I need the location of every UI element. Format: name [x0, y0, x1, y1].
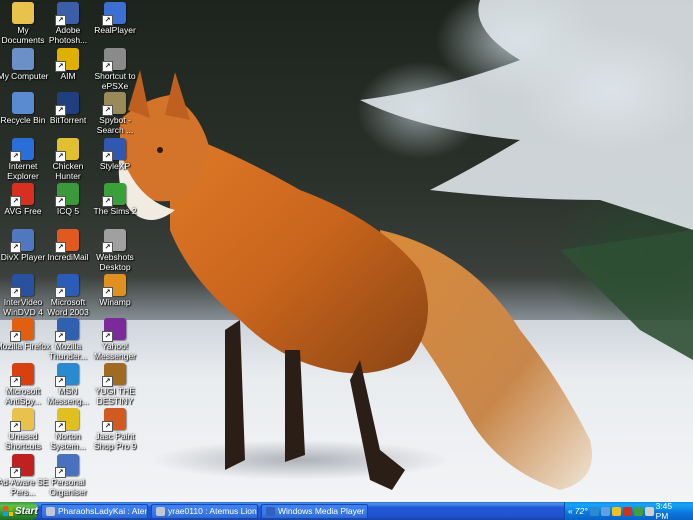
firefox-icon [10, 318, 34, 342]
desktop-icon-label: Spybot - Search ... [96, 115, 134, 135]
adaware-icon [10, 454, 34, 478]
yugi-icon [102, 363, 126, 387]
internet-explorer-icon [10, 138, 34, 162]
my-computer-icon [12, 48, 34, 70]
antispyware-icon [10, 363, 34, 387]
desktop-icon-paint-shop-pro[interactable]: Jasc Paint Shop Pro 9 [92, 408, 138, 451]
system-tray: « 72° 3:45 PM [564, 501, 693, 520]
desktop-icon-winamp[interactable]: Winamp [92, 274, 138, 308]
msn-icon [55, 363, 79, 387]
realplayer-icon [102, 2, 126, 26]
desktop-icon-label: RealPlayer [94, 25, 136, 35]
desktop-icon-realplayer[interactable]: RealPlayer [92, 2, 138, 36]
taskbar-button-pharaohsladykai[interactable]: PharaohsLadyKai : Atem... [41, 503, 148, 519]
winamp-icon [102, 274, 126, 298]
app-tray-icon[interactable] [633, 506, 643, 516]
antivirus-tray-icon[interactable] [622, 506, 632, 516]
desktop-icon-label: YUGI THE DESTINY [95, 386, 135, 406]
desktop-icon-aim[interactable]: AIM [45, 48, 91, 82]
divx-icon [10, 229, 34, 253]
taskbar: Start PharaohsLadyKai : Atem... yrae0110… [0, 501, 693, 520]
thunderbird-icon [55, 318, 79, 342]
desktop-icon-word[interactable]: Microsoft Word 2003 [45, 274, 91, 317]
desktop-icon-spybot[interactable]: Spybot - Search ... [92, 92, 138, 135]
norton-icon [55, 408, 79, 432]
desktop-icon-label: StyleXP [99, 161, 131, 171]
desktop-icon-stylexp[interactable]: StyleXP [92, 138, 138, 172]
taskbar-button-windows-media-player[interactable]: Windows Media Player [261, 503, 368, 519]
desktop-icon-webshots[interactable]: Webshots Desktop [92, 229, 138, 272]
desktop-icon-sims2[interactable]: The Sims 2 [92, 183, 138, 217]
bittorrent-icon [55, 92, 79, 116]
network-icon[interactable] [600, 506, 610, 516]
avg-icon [10, 183, 34, 207]
desktop-icon-label: Shortcut to ePSXe [94, 71, 136, 91]
desktop-icon-chicken-hunter[interactable]: Chicken Hunter [45, 138, 91, 181]
icq-icon [55, 183, 79, 207]
start-button[interactable]: Start [0, 502, 38, 520]
desktop-icon-label: Webshots Desktop [96, 252, 134, 272]
desktop-icon-norton[interactable]: Norton System... [45, 408, 91, 451]
weather-icon[interactable]: 72° [575, 506, 588, 516]
desktop-icon-label: Winamp [99, 297, 131, 307]
desktop-icon-organiser[interactable]: Personal Organiser [45, 454, 91, 497]
recycle-bin-icon [12, 92, 34, 114]
desktop-icon-photoshop[interactable]: Adobe Photosh... [45, 2, 91, 45]
desktop-icon-bittorrent[interactable]: BitTorrent [45, 92, 91, 126]
folder-icon [10, 408, 34, 432]
desktop-icon-yugi[interactable]: YUGI THE DESTINY [92, 363, 138, 406]
task-label: PharaohsLadyKai : Atem... [58, 506, 147, 516]
desktop-icon-label: Yahoo! Messenger [93, 341, 137, 361]
clock[interactable]: 3:45 PM [656, 501, 687, 520]
yahoo-messenger-icon [102, 318, 126, 342]
taskbar-button-yrae0110[interactable]: yrae0110 : Atemus Lione... [151, 503, 258, 519]
windows-logo-icon [3, 506, 13, 516]
sims2-icon [102, 183, 126, 207]
volume-icon[interactable] [644, 506, 654, 516]
window-icon [46, 506, 55, 516]
start-label: Start [15, 505, 38, 517]
window-icon [156, 506, 165, 516]
msn-tray-icon[interactable] [589, 506, 599, 516]
desktop[interactable]: My DocumentsAdobe Photosh...RealPlayerMy… [0, 0, 693, 502]
aim-icon [55, 48, 79, 72]
organiser-icon [55, 454, 79, 478]
task-label: yrae0110 : Atemus Lione... [168, 506, 257, 516]
webshots-icon [102, 229, 126, 253]
chicken-hunter-icon [55, 138, 79, 162]
task-label: Windows Media Player [278, 506, 365, 516]
word-icon [55, 274, 79, 298]
desktop-icon-label: Personal Organiser [49, 477, 87, 497]
desktop-icon-epsxe[interactable]: Shortcut to ePSXe [92, 48, 138, 91]
yahoo-tray-icon[interactable] [611, 506, 621, 516]
desktop-icon-label: The Sims 2 [93, 206, 137, 216]
desktop-icon-yahoo-messenger[interactable]: Yahoo! Messenger [92, 318, 138, 361]
incredimail-icon [55, 229, 79, 253]
desktop-icon-icq[interactable]: ICQ 5 [45, 183, 91, 217]
desktop-icon-label: Jasc Paint Shop Pro 9 [93, 431, 137, 451]
my-documents-icon [12, 2, 34, 24]
media-player-icon [266, 506, 275, 516]
show-hidden-icons-chevron[interactable]: « [568, 506, 573, 516]
epsxe-icon [102, 48, 126, 72]
paint-shop-pro-icon [102, 408, 126, 432]
desktop-icon-thunderbird[interactable]: Mozilla Thunder... [45, 318, 91, 361]
photoshop-icon [55, 2, 79, 26]
desktop-icon-msn[interactable]: MSN Messeng... [45, 363, 91, 406]
stylexp-icon [102, 138, 126, 162]
windvd-icon [10, 274, 34, 298]
desktop-icon-incredimail[interactable]: IncrediMail [45, 229, 91, 263]
spybot-icon [102, 92, 126, 116]
